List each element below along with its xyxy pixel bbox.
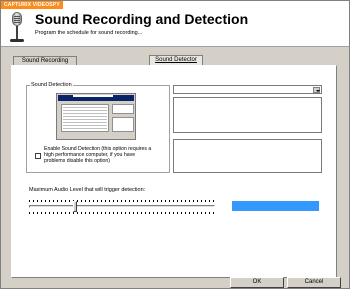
- page-subtitle: Program the schedule for sound recording…: [35, 30, 143, 36]
- microphone-icon: [6, 10, 28, 44]
- page-title: Sound Recording and Detection: [35, 11, 249, 27]
- tab-sound-detector-label: Sound Detector: [155, 57, 197, 63]
- max-audio-level-label: Maximum Audio Level that will trigger de…: [29, 187, 146, 193]
- slider-ticks-bottom: [29, 212, 215, 214]
- slider-ticks-top: [29, 200, 215, 202]
- audio-device-dropdown[interactable]: [173, 85, 322, 94]
- audio-level-slider[interactable]: [29, 205, 215, 208]
- sound-detection-group-label: Sound Detection: [30, 82, 73, 88]
- chevron-down-icon[interactable]: [313, 87, 320, 93]
- audio-details-box[interactable]: [173, 139, 322, 173]
- enable-sound-detection-label: Enable Sound Detection (this option requ…: [44, 146, 152, 165]
- audio-level-meter: [232, 201, 319, 211]
- brand-label: CAPTURIX VIDEOSPY: [1, 1, 63, 9]
- cancel-button[interactable]: Cancel: [287, 277, 341, 288]
- sound-detection-preview-image: [56, 93, 136, 140]
- ok-button[interactable]: OK: [230, 277, 284, 288]
- sound-recording-dialog: CAPTURIX VIDEOSPY Sound Recording and De…: [0, 0, 350, 289]
- dialog-header: CAPTURIX VIDEOSPY Sound Recording and De…: [1, 1, 349, 47]
- audio-level-slider-thumb[interactable]: [72, 201, 77, 212]
- enable-sound-detection-checkbox[interactable]: [35, 153, 41, 159]
- audio-source-list[interactable]: [173, 97, 322, 133]
